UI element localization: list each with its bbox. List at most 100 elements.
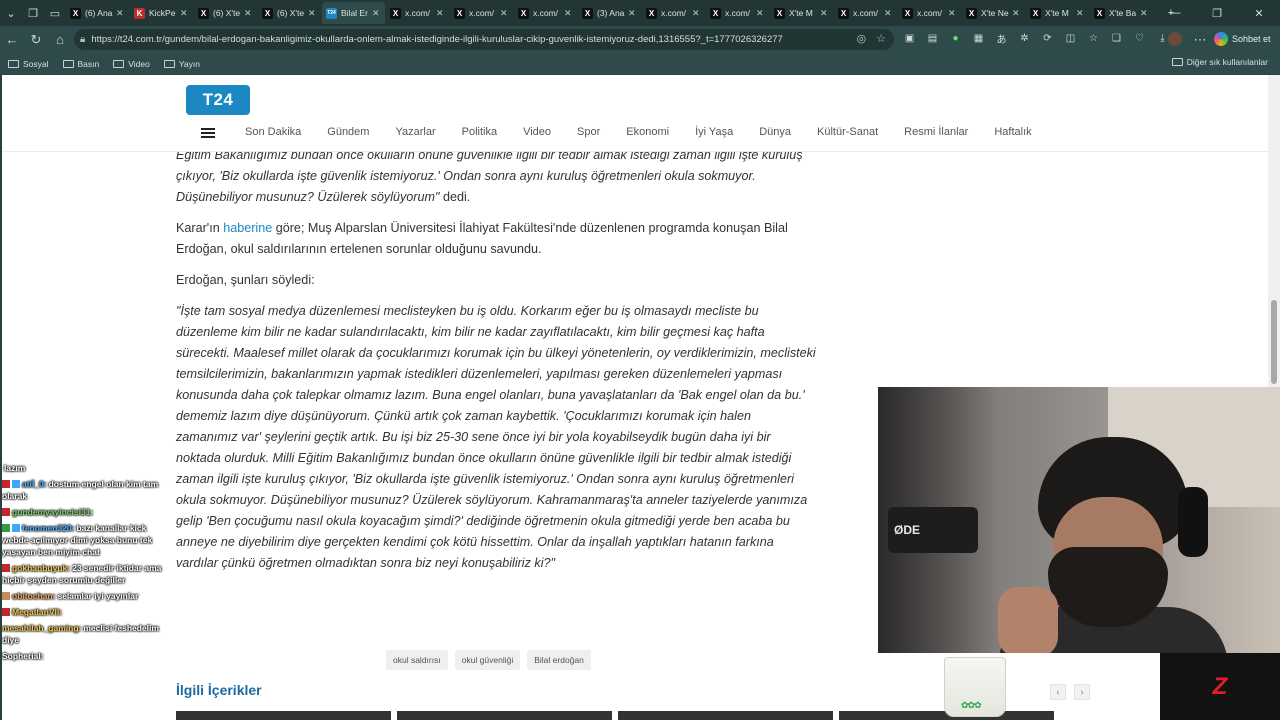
browser-tab[interactable]: X X'te Ne ✕ <box>962 2 1025 24</box>
back-arrow-icon[interactable]: ← <box>0 28 24 52</box>
copilot-button[interactable]: Sohbet et <box>1214 30 1271 48</box>
tag[interactable]: okul saldırısı <box>386 650 448 670</box>
browser-tab[interactable]: X X'te M ✕ <box>1026 2 1089 24</box>
close-tab-icon[interactable]: ✕ <box>1076 8 1085 19</box>
browser-tab[interactable]: X X'te M ✕ <box>770 2 833 24</box>
close-tab-icon[interactable]: ✕ <box>820 8 829 19</box>
close-tab-icon[interactable]: ✕ <box>692 8 701 19</box>
chevron-right-icon[interactable]: › <box>1074 684 1090 700</box>
close-tab-icon[interactable]: ✕ <box>116 8 125 19</box>
tab-title: X'te Ne <box>981 8 1009 18</box>
chat-username[interactable]: gundemyayincisi31: <box>12 507 93 517</box>
browser-tab[interactable]: Xx.com/ ✕ <box>642 2 705 24</box>
browser-tab[interactable]: K KickPe ✕ <box>130 2 193 24</box>
profile-avatar[interactable] <box>1168 32 1182 46</box>
close-tab-icon[interactable]: ✕ <box>500 8 509 19</box>
tag[interactable]: Bilal erdoğan <box>527 650 591 670</box>
related-thumbnail[interactable] <box>176 711 391 720</box>
browser-tab[interactable]: Xx.com/ ✕ <box>386 2 449 24</box>
browser-tab[interactable]: Xx.com/ ✕ <box>706 2 769 24</box>
scrollbar-thumb[interactable] <box>1271 300 1277 384</box>
chat-username[interactable]: mesahilah_gaming: <box>2 623 81 633</box>
chat-username[interactable]: Sopherial: <box>2 651 44 661</box>
browser-tab[interactable]: Xx.com/ ✕ <box>834 2 897 24</box>
split-screen-icon[interactable]: ◫ <box>1063 31 1078 46</box>
tab-actions-chevron-icon[interactable]: ⌄ <box>0 2 22 24</box>
nav-link[interactable]: Son Dakika <box>245 126 301 138</box>
browser-tab[interactable]: X (6) X'te ✕ <box>258 2 321 24</box>
tab-list-icon[interactable]: ▭ <box>44 2 66 24</box>
close-tab-icon[interactable]: ✕ <box>756 8 765 19</box>
nav-link[interactable]: İyi Yaşa <box>695 126 733 138</box>
favorite-star-icon[interactable]: ☆ <box>876 32 886 45</box>
close-tab-icon[interactable]: ✕ <box>1012 8 1021 19</box>
extension-icon[interactable]: ✲ <box>1017 31 1032 46</box>
nav-link[interactable]: Spor <box>577 126 600 138</box>
related-thumbnail[interactable] <box>397 711 612 720</box>
bookmark-folder[interactable]: Basın <box>62 59 99 69</box>
favorites-icon[interactable]: ☆ <box>1086 31 1101 46</box>
performance-icon[interactable]: ♡ <box>1132 31 1147 46</box>
related-thumbnail[interactable] <box>618 711 833 720</box>
more-menu-icon[interactable]: ⋯ <box>1188 28 1212 52</box>
close-window-icon[interactable]: ✕ <box>1238 7 1280 20</box>
extension-icon[interactable]: ▦ <box>971 31 986 46</box>
chat-username[interactable]: MegatlanVII: <box>12 607 62 617</box>
chevron-left-icon[interactable]: ‹ <box>1050 684 1066 700</box>
browser-tab[interactable]: Xx.com/ ✕ <box>450 2 513 24</box>
close-tab-icon[interactable]: ✕ <box>948 8 957 19</box>
home-icon[interactable]: ⌂ <box>48 28 72 52</box>
bookmark-folder[interactable]: Video <box>113 59 150 69</box>
other-favorites[interactable]: Diğer sık kullanılanlar <box>1171 57 1268 67</box>
close-tab-icon[interactable]: ✕ <box>628 8 637 19</box>
browser-tab[interactable]: T24 Bilal Er ✕ <box>322 2 385 24</box>
nav-link[interactable]: Dünya <box>759 126 791 138</box>
tag[interactable]: okul güvenliği <box>454 650 521 670</box>
nav-link[interactable]: Politika <box>462 126 497 138</box>
lock-icon[interactable]: 🔒︎ <box>80 34 85 45</box>
chat-username[interactable]: gokhanbuyuk: <box>12 563 70 573</box>
close-tab-icon[interactable]: ✕ <box>308 8 317 19</box>
collections-icon[interactable]: ❏ <box>1109 31 1124 46</box>
minimize-icon[interactable]: — <box>1154 7 1196 19</box>
nav-link[interactable]: Yazarlar <box>395 126 435 138</box>
close-tab-icon[interactable]: ✕ <box>372 8 381 19</box>
browser-tab[interactable]: X (6) X'te ✕ <box>194 2 257 24</box>
refresh-extension-icon[interactable]: ⟳ <box>1040 31 1055 46</box>
nav-link[interactable]: Video <box>523 126 551 138</box>
bookmark-folder[interactable]: Sosyal <box>8 59 49 69</box>
source-link[interactable]: haberine <box>223 221 272 235</box>
browser-tab[interactable]: X X'te Ba ✕ <box>1090 2 1153 24</box>
reader-mode-icon[interactable]: ◎ <box>857 32 867 45</box>
workspaces-icon[interactable]: ❐ <box>22 2 44 24</box>
close-tab-icon[interactable]: ✕ <box>1140 8 1149 19</box>
nav-link[interactable]: Resmi İlanlar <box>904 126 968 138</box>
site-logo[interactable]: T24 <box>186 85 250 115</box>
url-text[interactable]: https://t24.com.tr/gundem/bilal-erdogan-… <box>91 34 783 45</box>
close-tab-icon[interactable]: ✕ <box>564 8 573 19</box>
browser-tab[interactable]: X (3) Ana ✕ <box>578 2 641 24</box>
extension-icon[interactable]: ▤ <box>925 31 940 46</box>
chat-username[interactable]: obitochan: <box>12 591 55 601</box>
extension-icon[interactable]: ● <box>948 31 963 46</box>
browser-tab[interactable]: Xx.com/ ✕ <box>898 2 961 24</box>
omnibox[interactable]: 🔒︎ https://t24.com.tr/gundem/bilal-erdog… <box>74 29 894 50</box>
close-tab-icon[interactable]: ✕ <box>244 8 253 19</box>
bookmark-folder[interactable]: Yayın <box>163 59 200 69</box>
nav-link[interactable]: Kültür-Sanat <box>817 126 878 138</box>
maximize-icon[interactable]: ❐ <box>1196 7 1238 20</box>
nav-link[interactable]: Gündem <box>327 126 369 138</box>
close-tab-icon[interactable]: ✕ <box>180 8 189 19</box>
hamburger-menu-icon[interactable] <box>201 128 215 138</box>
chat-username[interactable]: fenomen320: <box>22 523 74 533</box>
extension-icon[interactable]: ▣ <box>902 31 917 46</box>
close-tab-icon[interactable]: ✕ <box>436 8 445 19</box>
browser-tab[interactable]: Xx.com/ ✕ <box>514 2 577 24</box>
nav-link[interactable]: Haftalık <box>994 126 1031 138</box>
nav-link[interactable]: Ekonomi <box>626 126 669 138</box>
chat-username[interactable]: atiİ_0: <box>22 479 47 489</box>
refresh-icon[interactable]: ↻ <box>24 28 48 52</box>
browser-tab[interactable]: X (6) Ana ✕ <box>66 2 129 24</box>
close-tab-icon[interactable]: ✕ <box>884 8 893 19</box>
translate-icon[interactable]: あ <box>994 31 1009 46</box>
